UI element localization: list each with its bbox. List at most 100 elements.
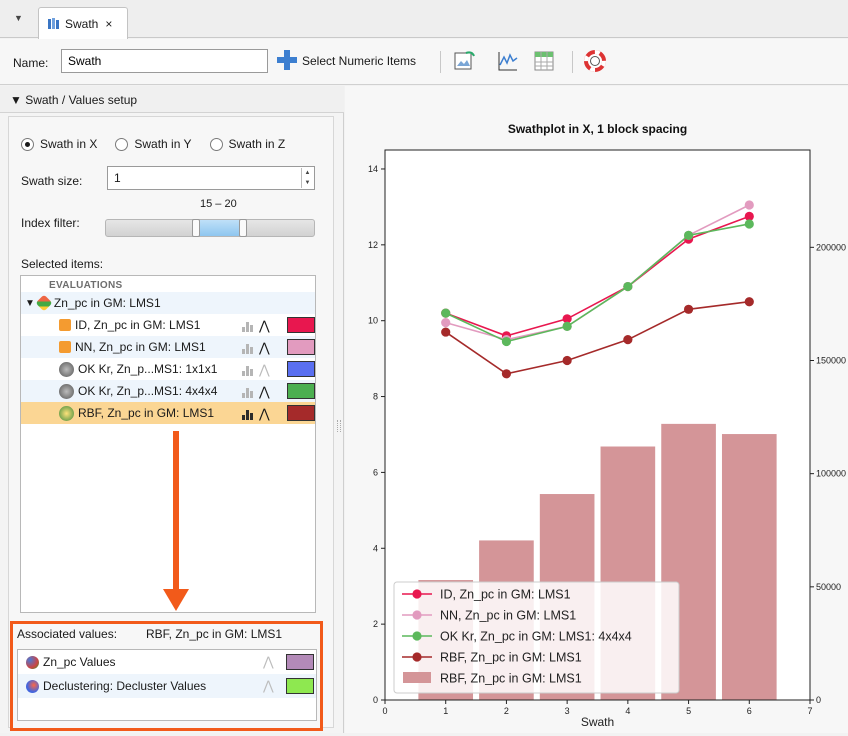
line-icon[interactable]: ⋀ — [259, 362, 270, 378]
tree-item-row[interactable]: ID, Zn_pc in GM: LMS1 ⋀ — [21, 314, 315, 336]
plus-icon — [276, 49, 298, 74]
legend-label: OK Kr, Zn_pc in GM: LMS1: 4x4x4 — [440, 630, 632, 644]
line-icon[interactable]: ⋀ — [263, 678, 274, 694]
series-point — [501, 369, 512, 379]
line-icon[interactable]: ⋀ — [263, 654, 274, 670]
toolbar-separator — [572, 51, 573, 73]
estimator-icon — [59, 341, 71, 353]
tree-item-label: ID, Zn_pc in GM: LMS1 — [75, 318, 201, 332]
tree-item-row[interactable]: NN, Zn_pc in GM: LMS1 ⋀ — [21, 336, 315, 358]
line-icon[interactable]: ⋀ — [259, 318, 270, 334]
line-icon[interactable]: ⋀ — [259, 384, 270, 400]
legend-bar-swatch — [403, 672, 431, 683]
tree-item-row[interactable]: OK Kr, Zn_p...MS1: 1x1x1 ⋀ — [21, 358, 315, 380]
declustering-icon — [26, 679, 39, 693]
radio-swath-y[interactable]: Swath in Y — [115, 137, 192, 151]
splitter-handle[interactable] — [337, 420, 341, 432]
tab-menu-button[interactable]: ▼ — [14, 13, 23, 23]
legend-marker — [412, 610, 422, 620]
chart-panel: Swathplot in X, 1 block spacing 0 1 2 3 4 5 6 7 0… — [345, 86, 848, 733]
tree-item-row-selected[interactable]: RBF, Zn_pc in GM: LMS1 ⋀ — [21, 402, 315, 424]
swath-size-label: Swath size: — [21, 174, 83, 188]
series-point — [501, 336, 512, 347]
legend-marker — [412, 652, 422, 662]
color-swatch[interactable] — [286, 678, 314, 694]
series-point — [623, 281, 633, 292]
tab-swath[interactable]: Swath × — [38, 7, 128, 39]
setup-header[interactable]: ▼ Swath / Values setup — [0, 86, 344, 113]
table-icon[interactable] — [532, 49, 556, 73]
radio-swath-x[interactable]: Swath in X — [21, 137, 97, 151]
radio-label: Swath in Y — [134, 137, 192, 151]
swath-direction-radios: Swath in X Swath in Y Swath in Z — [21, 137, 285, 151]
y-tick-label: 0 — [373, 695, 378, 705]
select-numeric-items-button[interactable]: Select Numeric Items — [276, 49, 416, 73]
geological-model-icon — [35, 294, 53, 312]
x-tick-label: 4 — [625, 706, 630, 716]
x-tick-label: 7 — [807, 706, 812, 716]
slider-handle-low[interactable] — [192, 219, 200, 237]
radio-label: Swath in Z — [228, 137, 286, 151]
series-point — [744, 297, 754, 307]
y-tick-label: 8 — [373, 392, 378, 402]
swath-size-input[interactable]: 1 ▲ ▼ — [107, 166, 315, 190]
slider-handle-high[interactable] — [239, 219, 247, 237]
y2-tick-label: 150000 — [816, 355, 846, 365]
help-lifebuoy-icon[interactable] — [583, 49, 607, 73]
name-input[interactable] — [61, 49, 268, 73]
color-swatch[interactable] — [287, 405, 315, 421]
histogram-icon[interactable] — [242, 320, 254, 332]
color-swatch[interactable] — [286, 654, 314, 670]
series-point — [441, 327, 451, 337]
swath-size-value: 1 — [114, 171, 121, 185]
tree-item-label: OK Kr, Zn_p...MS1: 4x4x4 — [78, 384, 218, 398]
associated-values-label: Associated values: — [17, 627, 118, 641]
associated-value-label: Declustering: Decluster Values — [43, 679, 207, 693]
y2-tick-label: 0 — [816, 695, 821, 705]
color-swatch[interactable] — [287, 317, 315, 333]
x-tick-label: 6 — [747, 706, 752, 716]
estimator-icon — [59, 319, 71, 331]
line-icon[interactable]: ⋀ — [259, 340, 270, 356]
color-swatch[interactable] — [287, 383, 315, 399]
histogram-icon[interactable] — [242, 342, 254, 354]
radio-circle — [115, 137, 129, 151]
tree-parent-row[interactable]: ▼ Zn_pc in GM: LMS1 — [21, 292, 315, 314]
color-swatch[interactable] — [287, 361, 315, 377]
histogram-icon[interactable] — [242, 408, 254, 420]
name-label: Name: — [13, 56, 49, 70]
histogram-icon[interactable] — [242, 364, 254, 376]
close-icon[interactable]: × — [105, 17, 112, 31]
y2-tick-label: 100000 — [816, 469, 846, 479]
series-point — [744, 200, 754, 210]
line-chart-icon[interactable] — [496, 49, 520, 73]
kriging-icon — [59, 383, 74, 399]
series-point — [441, 308, 451, 318]
line-icon[interactable]: ⋀ — [259, 406, 270, 422]
tree-item-row[interactable]: OK Kr, Zn_p...MS1: 4x4x4 ⋀ — [21, 380, 315, 402]
y-tick-label: 10 — [368, 316, 378, 326]
associated-value-row[interactable]: Declustering: Decluster Values ⋀ — [18, 674, 316, 698]
y-tick-label: 6 — [373, 467, 378, 477]
x-tick-label: 3 — [565, 706, 570, 716]
color-swatch[interactable] — [287, 339, 315, 355]
radio-swath-z[interactable]: Swath in Z — [209, 137, 286, 151]
tree-item-label: RBF, Zn_pc in GM: LMS1 — [78, 406, 215, 420]
x-tick-label: 1 — [443, 706, 448, 716]
export-image-icon[interactable] — [452, 49, 476, 73]
index-filter-slider[interactable] — [105, 219, 315, 237]
legend-marker — [412, 631, 422, 641]
series-point — [562, 355, 572, 366]
y-tick-label: 14 — [368, 164, 378, 174]
histogram-icon[interactable] — [242, 386, 254, 398]
toolbar: Name: Select Numeric Items — [0, 39, 848, 85]
associated-value-label: Zn_pc Values — [43, 655, 116, 669]
chart-title: Swathplot in X, 1 block spacing — [508, 122, 687, 136]
series-point — [562, 321, 572, 331]
tree-item-label: OK Kr, Zn_p...MS1: 1x1x1 — [78, 362, 218, 376]
spinner-icon[interactable]: ▲ ▼ — [301, 168, 313, 188]
y-tick-label: 2 — [373, 619, 378, 629]
associated-value-row[interactable]: Zn_pc Values ⋀ — [18, 650, 316, 674]
expand-arrow-icon[interactable]: ▼ — [25, 298, 35, 309]
x-axis-label: Swath — [581, 715, 614, 729]
